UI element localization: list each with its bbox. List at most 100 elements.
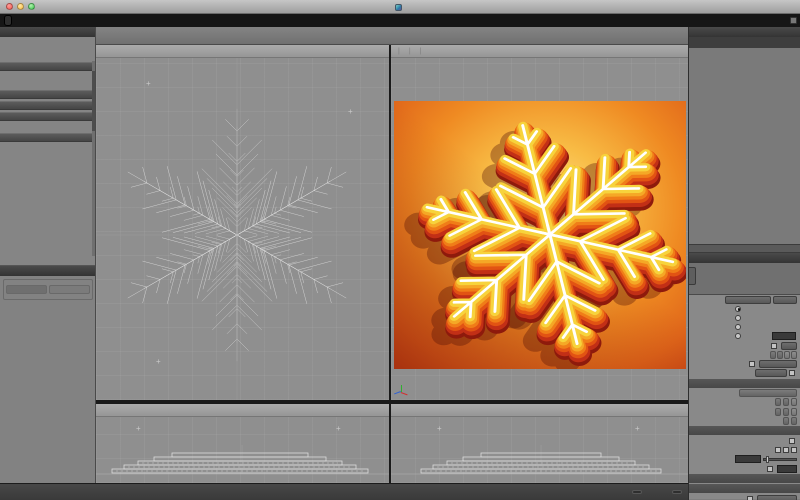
camera-object-checkbox-2[interactable] xyxy=(783,447,789,453)
right-view-canvas[interactable]: + + xyxy=(391,417,688,483)
snowflake-wireframe xyxy=(96,58,389,400)
pers-view-canvas[interactable] xyxy=(391,58,688,400)
eye-cursor-button[interactable] xyxy=(775,398,781,406)
light-camera-section-header[interactable] xyxy=(0,101,95,110)
top-viewport-header xyxy=(96,45,389,58)
main-toolbar xyxy=(96,27,688,45)
zoom-value-field[interactable] xyxy=(772,332,796,340)
panel-toggle-button[interactable] xyxy=(790,17,797,24)
distant-checkbox[interactable] xyxy=(789,370,795,376)
guide-cross: + xyxy=(635,425,640,433)
other-section-header[interactable] xyxy=(0,133,95,142)
link-axis-dropdown[interactable] xyxy=(759,360,797,368)
fit-to-selection-button[interactable] xyxy=(739,389,797,397)
front-viewport-header xyxy=(96,404,389,417)
misc-header xyxy=(689,474,800,483)
right-viewport-header xyxy=(391,404,688,417)
right-panel xyxy=(688,27,800,500)
scale-field[interactable] xyxy=(735,455,761,463)
toolbox-panel xyxy=(0,27,96,483)
move-copy-section-header[interactable] xyxy=(0,112,95,121)
document-icon xyxy=(395,4,402,11)
guide-cross: + xyxy=(146,80,151,88)
target-object-button[interactable] xyxy=(783,408,789,416)
camera-object-checkbox-3[interactable] xyxy=(791,447,797,453)
camera-meta-dropdown[interactable] xyxy=(725,296,771,304)
filter-icon[interactable] xyxy=(789,38,799,48)
eye-target-object-button[interactable] xyxy=(791,417,797,425)
unit-dropdown[interactable] xyxy=(672,490,682,494)
selection-status xyxy=(689,244,800,253)
aggregate-header[interactable] xyxy=(689,253,800,263)
cube-speed-checkbox[interactable] xyxy=(771,343,777,349)
object-section-header[interactable] xyxy=(0,62,95,71)
rendered-image[interactable] xyxy=(394,101,686,369)
front-viewport: + + xyxy=(96,404,389,483)
display-header xyxy=(689,426,800,435)
tool-parameters-header[interactable] xyxy=(0,266,96,276)
safe-zone-field[interactable] xyxy=(777,465,797,473)
status-bar xyxy=(0,483,688,500)
axis-gizmo xyxy=(395,386,407,398)
safe-zone-checkbox[interactable] xyxy=(767,466,773,472)
browser-tabs xyxy=(689,37,800,48)
aggregate-tabs xyxy=(689,263,800,295)
object-browser-tree xyxy=(689,48,800,244)
memorize-button[interactable] xyxy=(6,285,47,294)
right-view-wireframe xyxy=(391,417,688,483)
zoom-radio[interactable] xyxy=(735,333,741,339)
restore-button[interactable] xyxy=(777,351,783,359)
window-title xyxy=(0,0,800,14)
eye-link-button[interactable] xyxy=(791,398,797,406)
workspace-tabs xyxy=(4,15,12,26)
guide-cross: + xyxy=(437,425,442,433)
rendered-snowflake xyxy=(394,101,686,369)
workspace-tabbar xyxy=(0,14,800,27)
cube-speed-dropdown[interactable] xyxy=(781,342,797,350)
pers-viewport: | | | xyxy=(391,45,688,400)
target-link-button[interactable] xyxy=(791,408,797,416)
browser-header[interactable] xyxy=(689,27,800,37)
eye-target-cursor-button[interactable] xyxy=(783,417,789,425)
shape-tab-stub[interactable] xyxy=(689,267,696,285)
camera-panel xyxy=(689,295,800,499)
camera-object-checkbox-1[interactable] xyxy=(775,447,781,453)
rendering-area-checkbox[interactable] xyxy=(789,438,795,444)
clear-button[interactable] xyxy=(49,285,90,294)
guide-cross: + xyxy=(348,108,353,116)
guide-cross: + xyxy=(336,425,341,433)
window-titlebar xyxy=(0,0,800,14)
stereo-mode-dropdown[interactable] xyxy=(757,495,797,500)
top-viewport: + + + xyxy=(96,45,389,400)
top-view-canvas[interactable]: + + + xyxy=(96,58,389,400)
move-copy-tabs xyxy=(0,121,95,131)
load-button[interactable] xyxy=(784,351,790,359)
target-cursor-button[interactable] xyxy=(775,408,781,416)
guide-cross: + xyxy=(156,358,161,366)
save-button[interactable] xyxy=(791,351,797,359)
eye-radio[interactable] xyxy=(735,306,741,312)
link-axis-checkbox[interactable] xyxy=(749,361,755,367)
eye-target-radio[interactable] xyxy=(735,324,741,330)
front-view-canvas[interactable]: + + xyxy=(96,417,389,483)
mode-dropdown[interactable] xyxy=(755,369,787,377)
object-type-tabs xyxy=(0,71,95,82)
set-link-header xyxy=(689,379,800,388)
right-viewport: + + xyxy=(391,404,688,483)
solid-section-header[interactable] xyxy=(0,90,95,99)
axis-selector[interactable] xyxy=(395,386,411,398)
tool-parameters-panel xyxy=(0,265,96,483)
stereo-camera-checkbox[interactable] xyxy=(747,496,753,500)
memory-button[interactable] xyxy=(770,351,776,359)
scale-slider[interactable] xyxy=(763,458,797,461)
toolbox-scrollbar[interactable] xyxy=(92,61,95,256)
toolbox-header[interactable] xyxy=(0,27,95,37)
stereo-settings-header xyxy=(689,484,800,493)
eye-object-button[interactable] xyxy=(783,398,789,406)
toolbox-modes xyxy=(0,37,95,62)
coordinate-mode-dropdown[interactable] xyxy=(632,490,642,494)
target-radio[interactable] xyxy=(735,315,741,321)
convert-memorize-group xyxy=(3,279,93,300)
pers-viewport-header: | | | xyxy=(391,45,688,58)
camera-preset-dropdown[interactable] xyxy=(773,296,797,304)
